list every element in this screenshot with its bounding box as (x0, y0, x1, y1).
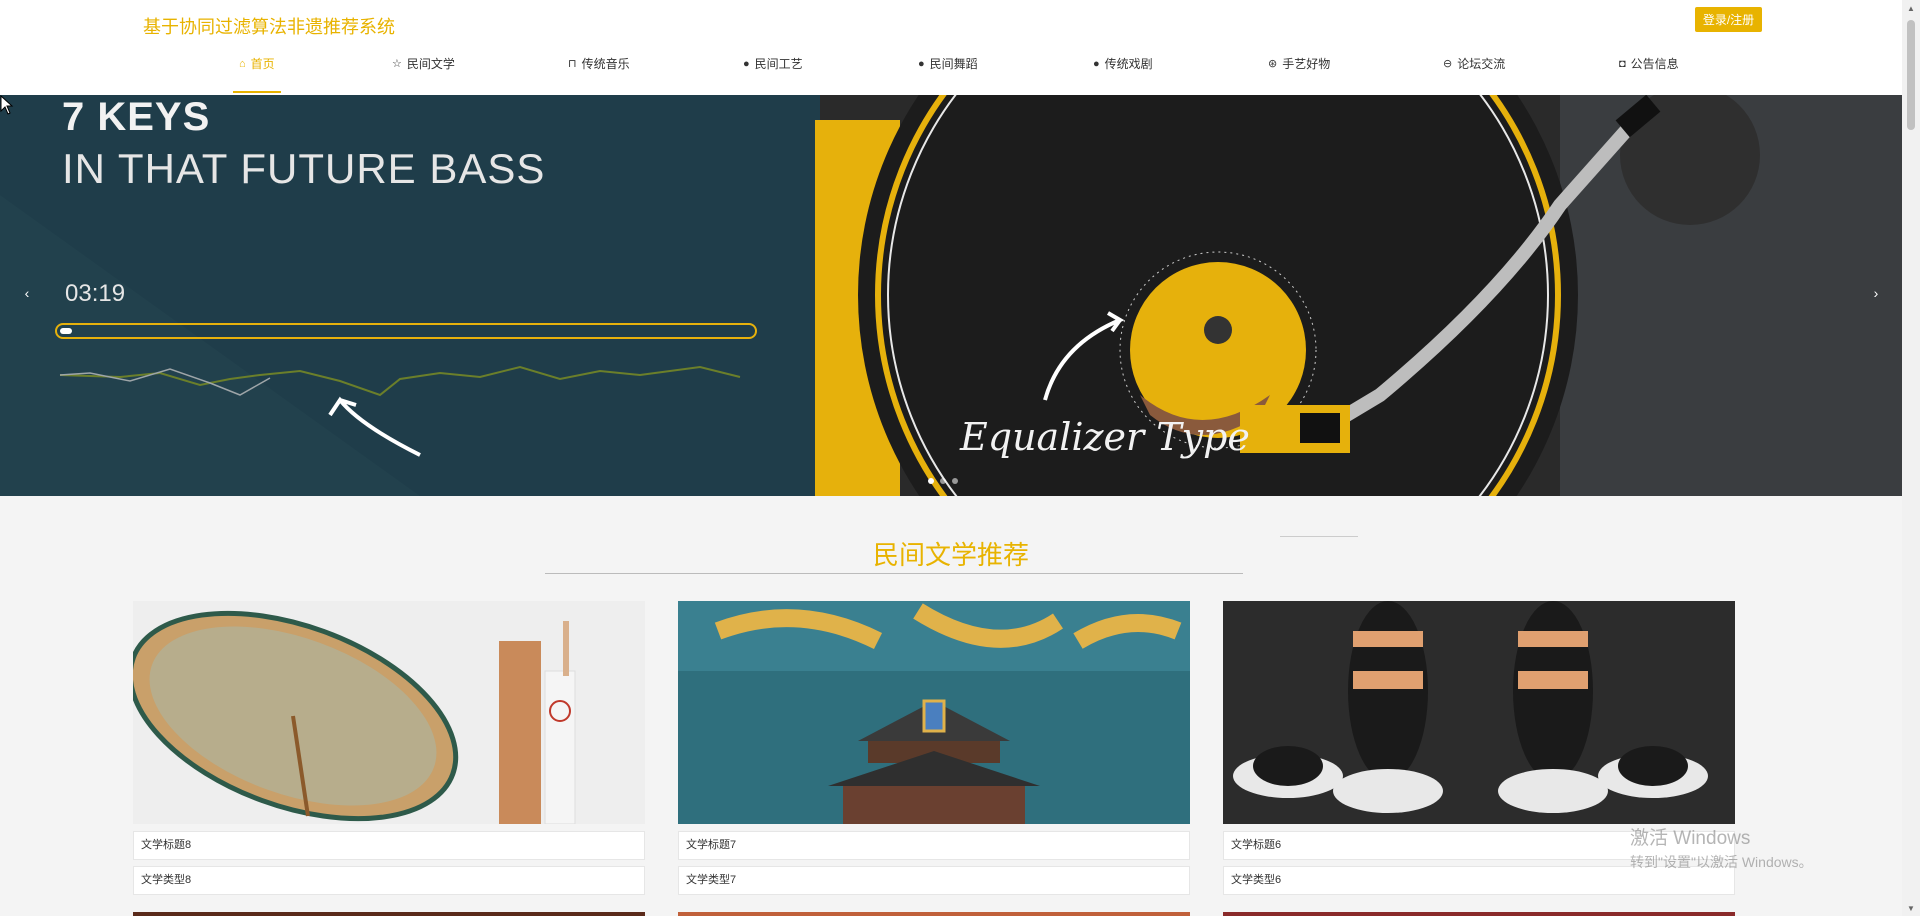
section-title-underline (545, 573, 1243, 574)
nav-label: 民间工艺 (754, 57, 803, 71)
section-title: 民间文学推荐 (872, 540, 1029, 570)
banner-subheading: IN THAT FUTURE BASS (62, 145, 546, 192)
card-image[interactable] (133, 601, 645, 824)
next-row-card-peek (1223, 912, 1735, 916)
carousel-dot[interactable] (928, 478, 934, 484)
card-image[interactable] (1223, 601, 1735, 824)
banner-carousel[interactable]: 7 KEYS IN THAT FUTURE BASS 03:19 Equaliz… (0, 95, 1902, 496)
card-title[interactable]: 文学标题8 (133, 831, 645, 860)
nav-item-announcements[interactable]: ◘ 公告信息 (1619, 57, 1679, 93)
carousel-prev-arrow-icon[interactable]: ‹ (17, 283, 37, 303)
next-row-card-peek (678, 912, 1190, 916)
info-icon: ● (1093, 58, 1100, 70)
nav-label: 民间舞蹈 (929, 57, 978, 71)
nav-label: 手艺好物 (1282, 57, 1331, 71)
next-row-card-peek (133, 912, 645, 916)
nav-item-folk-dance[interactable]: ● 民间舞蹈 (918, 57, 978, 93)
literature-card[interactable]: 文学标题8 文学类型8 (133, 601, 645, 895)
question-icon: ● (918, 58, 925, 70)
home-icon: ⌂ (239, 58, 246, 70)
settings-icon: ⊛ (1268, 58, 1278, 70)
nav-label: 公告信息 (1630, 57, 1679, 71)
banner-caption: Equalizer Type (960, 415, 1250, 459)
header: 基于协同过滤算法非遗推荐系统 登录/注册 ⌂ 首页 ☆ 民间文学 ⊓ 传统音乐 … (0, 0, 1902, 95)
nav-label: 传统音乐 (581, 57, 630, 71)
card-title[interactable]: 文学标题7 (678, 831, 1190, 860)
site-title[interactable]: 基于协同过滤算法非遗推荐系统 (143, 13, 395, 39)
nav-item-folk-craft[interactable]: ● 民间工艺 (743, 57, 803, 93)
windows-activation-watermark: 激活 Windows 转到"设置"以激活 Windows。 (1630, 823, 1813, 872)
carousel-dot[interactable] (940, 478, 946, 484)
nav-item-traditional-drama[interactable]: ● 传统戏剧 (1093, 57, 1153, 93)
info-icon: ● (743, 58, 750, 70)
nav-label: 传统戏剧 (1104, 57, 1153, 71)
nav-item-folk-literature[interactable]: ☆ 民间文学 (392, 57, 455, 93)
star-icon: ☆ (392, 58, 402, 70)
watermark-line: 激活 Windows (1630, 828, 1751, 849)
nav-item-home[interactable]: ⌂ 首页 (233, 57, 281, 93)
watermark-line: 转到"设置"以激活 Windows。 (1630, 854, 1813, 870)
login-register-button[interactable]: 登录/注册 (1695, 7, 1762, 32)
carousel-next-arrow-icon[interactable]: › (1866, 283, 1886, 303)
bag-icon: ⊓ (568, 58, 577, 70)
mouse-cursor-icon (0, 95, 14, 115)
literature-card[interactable]: 文学标题7 文学类型7 (678, 601, 1190, 895)
nav-item-forum[interactable]: ⊖ 论坛交流 (1443, 57, 1505, 93)
chat-icon: ⊖ (1443, 58, 1453, 70)
page-scrollbar[interactable]: ▲ ▼ (1902, 0, 1920, 916)
carousel-dots (928, 478, 958, 484)
camera-icon: ◘ (1619, 58, 1626, 70)
main-nav: ⌂ 首页 ☆ 民间文学 ⊓ 传统音乐 ● 民间工艺 ● 民间舞蹈 ● 传统戏剧 … (0, 57, 1902, 95)
nav-label: 首页 (250, 57, 275, 71)
carousel-dot[interactable] (952, 478, 958, 484)
nav-label: 论坛交流 (1457, 57, 1506, 71)
scrollbar-thumb[interactable] (1907, 20, 1915, 130)
nav-label: 民间文学 (406, 57, 455, 71)
card-type: 文学类型7 (678, 866, 1190, 895)
card-type: 文学类型8 (133, 866, 645, 895)
scroll-up-arrow-icon[interactable]: ▲ (1902, 0, 1920, 16)
banner-heading: 7 KEYS (62, 95, 211, 139)
scroll-down-arrow-icon[interactable]: ▼ (1902, 900, 1920, 916)
nav-item-handicrafts[interactable]: ⊛ 手艺好物 (1268, 57, 1330, 93)
card-image[interactable] (678, 601, 1190, 824)
nav-item-traditional-music[interactable]: ⊓ 传统音乐 (568, 57, 630, 93)
banner-time: 03:19 (65, 280, 126, 307)
